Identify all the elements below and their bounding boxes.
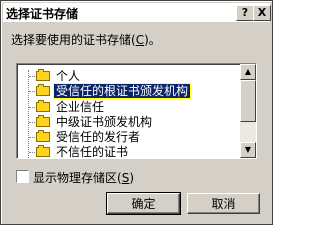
tree-branch-line (29, 107, 35, 108)
tree-branch-line (29, 137, 35, 138)
store-prompt-accelerator: C (135, 33, 145, 47)
store-item-label: 受信任的根证书颁发机构 (52, 83, 192, 99)
store-prompt-suffix: )。 (144, 33, 161, 47)
dialog-title: 选择证书存储 (6, 7, 79, 21)
help-button[interactable]: ? (236, 5, 254, 21)
store-item-label: 个人 (56, 69, 81, 83)
select-certificate-store-dialog: 选择证书存储 ? X 选择要使用的证书存储(C)。 个人 受信任的根证书颁发机构… (0, 0, 273, 225)
scroll-thumb[interactable] (240, 80, 256, 122)
store-prompt-text: 选择要使用的证书存储( (11, 33, 136, 47)
store-item-label: 企业信任 (56, 100, 105, 114)
folder-icon (36, 100, 50, 112)
tree-branch-line (29, 76, 35, 77)
certificate-store-tree[interactable]: 个人 受信任的根证书颁发机构 企业信任 中级证书颁发机构 受信任的发行者 不信任… (16, 63, 257, 159)
folder-icon (36, 115, 50, 127)
store-item-intermediate-ca[interactable]: 中级证书颁发机构 (17, 114, 240, 130)
tree-branch-line (29, 152, 35, 153)
store-prompt-label: 选择要使用的证书存储(C)。 (11, 31, 161, 48)
store-item-untrusted-certificates[interactable]: 不信任的证书 (17, 144, 240, 158)
tree-branch-line (29, 91, 35, 92)
ok-button[interactable]: 确定 (106, 192, 181, 215)
vertical-scrollbar[interactable]: ▲ ▼ (240, 64, 256, 158)
store-item-personal[interactable]: 个人 (17, 68, 240, 84)
scroll-up-icon[interactable]: ▲ (240, 64, 256, 80)
cancel-button[interactable]: 取消 (187, 193, 260, 214)
store-tree-items: 个人 受信任的根证书颁发机构 企业信任 中级证书颁发机构 受信任的发行者 不信任… (17, 64, 240, 158)
folder-icon (36, 130, 50, 142)
store-item-label: 中级证书颁发机构 (56, 115, 153, 129)
scroll-down-icon[interactable]: ▼ (240, 142, 256, 158)
store-item-enterprise-trust[interactable]: 企业信任 (17, 99, 240, 115)
store-item-trusted-publishers[interactable]: 受信任的发行者 (17, 129, 240, 145)
store-item-label: 受信任的发行者 (56, 130, 141, 144)
folder-icon (36, 69, 50, 81)
folder-icon (36, 145, 50, 157)
show-physical-stores-label[interactable]: 显示物理存储区(S) (33, 169, 134, 186)
folder-icon (36, 84, 50, 96)
close-button[interactable]: X (253, 5, 271, 21)
show-physical-stores-checkbox[interactable] (16, 170, 29, 183)
show-physical-stores-suffix: ) (129, 171, 134, 185)
store-item-trusted-root[interactable]: 受信任的根证书颁发机构 (17, 83, 240, 99)
tree-branch-line (29, 122, 35, 123)
title-bar[interactable]: 选择证书存储 ? X (3, 3, 271, 22)
store-item-label: 不信任的证书 (56, 145, 129, 158)
show-physical-stores-text: 显示物理存储区( (33, 171, 122, 185)
